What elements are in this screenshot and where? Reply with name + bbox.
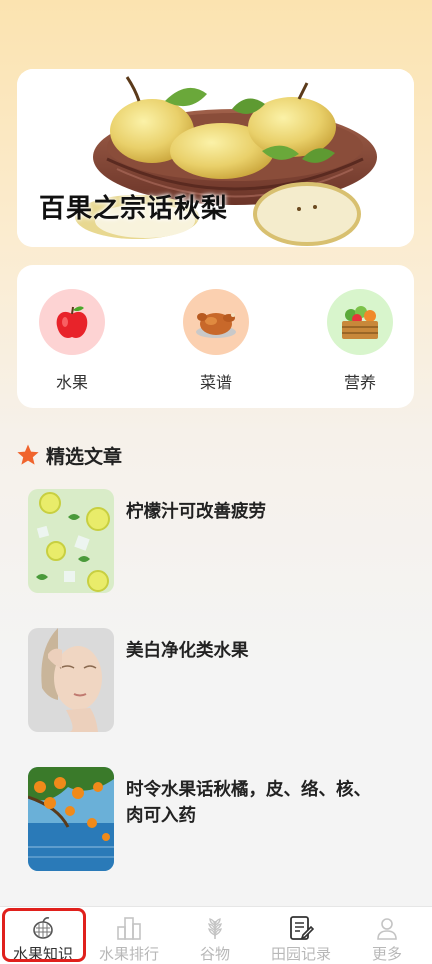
nav-fruit-ranking[interactable]: 水果排行 — [86, 907, 172, 964]
nav-label: 水果排行 — [98, 945, 159, 963]
orange-tree-image — [28, 767, 114, 871]
apple-icon — [39, 289, 105, 355]
section-title: 精选文章 — [46, 445, 123, 468]
nav-garden-records[interactable]: 田园记录 — [258, 907, 344, 964]
article-item[interactable]: 美白净化类水果 — [28, 628, 408, 734]
category-nutrition[interactable]: 营养 — [325, 289, 395, 393]
roast-chicken-icon — [183, 289, 249, 355]
nav-label: 更多 — [371, 945, 402, 963]
vegetable-basket-icon — [327, 289, 393, 355]
nav-label: 田园记录 — [270, 945, 331, 963]
active-tab-highlight — [2, 908, 86, 962]
bar-chart-icon — [117, 917, 141, 940]
nav-grains[interactable]: 谷物 — [172, 907, 258, 964]
category-label: 营养 — [343, 373, 376, 392]
nav-more[interactable]: 更多 — [344, 907, 430, 964]
article-title: 美白净化类水果 — [126, 641, 249, 661]
star-icon — [17, 444, 39, 465]
category-card: 水果 菜谱 营养 — [17, 265, 414, 408]
article-item[interactable]: 时令水果话秋橘，皮、络、核、肉可入药 — [28, 767, 408, 873]
category-label: 水果 — [55, 373, 88, 392]
woman-face-image — [28, 628, 114, 732]
user-icon — [377, 918, 397, 940]
article-item[interactable]: 柠檬汁可改善疲劳 — [28, 489, 408, 595]
banner-card[interactable]: 百果之宗话秋梨 — [17, 69, 414, 247]
featured-articles-header: 精选文章 — [16, 440, 122, 470]
article-title: 时令水果话秋橘，皮、络、核、肉可入药 — [126, 780, 371, 826]
article-title: 柠檬汁可改善疲劳 — [126, 502, 266, 522]
category-label: 菜谱 — [199, 373, 232, 392]
banner-title: 百果之宗话秋梨 — [39, 194, 229, 224]
note-edit-icon — [290, 916, 314, 940]
lemon-water-image — [28, 489, 114, 593]
wheat-icon — [208, 918, 222, 939]
category-fruit[interactable]: 水果 — [37, 289, 107, 393]
category-recipe[interactable]: 菜谱 — [181, 289, 251, 393]
nav-label: 谷物 — [199, 945, 230, 963]
